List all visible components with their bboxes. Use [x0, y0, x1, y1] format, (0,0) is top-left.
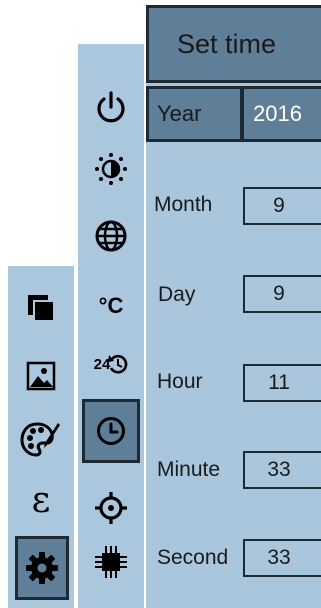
chip-icon[interactable]: [88, 540, 134, 584]
year-field[interactable]: 2016: [241, 86, 321, 142]
minute-value: 33: [267, 458, 291, 481]
day-field[interactable]: 9: [243, 275, 321, 313]
power-icon[interactable]: [88, 86, 134, 130]
second-label: Second: [157, 546, 229, 569]
epsilon-icon[interactable]: ε: [18, 476, 64, 524]
year-value: 2016: [253, 101, 302, 126]
day-value: 9: [273, 282, 285, 305]
hour-value: 11: [268, 371, 290, 394]
page-title: Set time: [146, 5, 321, 83]
temperature-unit-icon[interactable]: °C: [86, 284, 136, 328]
layers-icon[interactable]: [18, 288, 64, 328]
brightness-icon[interactable]: [88, 147, 134, 191]
day-label: Day: [158, 283, 196, 306]
month-label: Month: [154, 193, 213, 216]
clock-icon[interactable]: [82, 399, 140, 463]
minute-field[interactable]: 33: [243, 451, 321, 489]
hour-field[interactable]: 11: [243, 364, 321, 402]
second-value: 33: [267, 546, 291, 569]
month-field[interactable]: 9: [243, 187, 321, 225]
page-title-text: Set time: [177, 28, 277, 59]
month-value: 9: [273, 194, 285, 217]
hour-label: Hour: [157, 370, 203, 393]
globe-icon[interactable]: [88, 214, 134, 258]
year-label: Year: [157, 101, 202, 126]
second-field[interactable]: 33: [243, 539, 321, 577]
minute-label: Minute: [157, 458, 221, 481]
crosshair-icon[interactable]: [88, 486, 134, 530]
image-icon[interactable]: [18, 356, 64, 396]
24h-format-icon[interactable]: 24: [84, 344, 138, 384]
year-row-selected[interactable]: Year: [146, 86, 243, 142]
palette-icon[interactable]: [14, 418, 68, 462]
gear-icon[interactable]: [15, 536, 69, 600]
